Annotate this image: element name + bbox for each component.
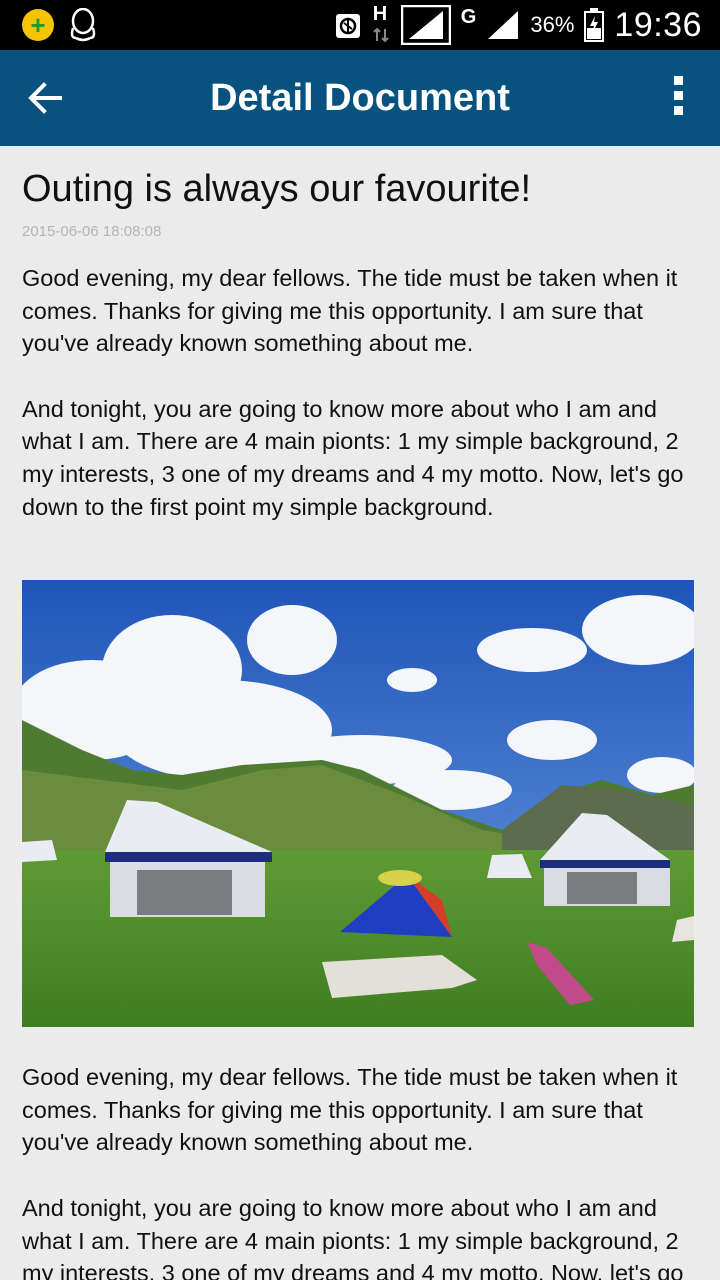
article-title: Outing is always our favourite!	[22, 168, 532, 210]
app-badge-icon: +	[22, 9, 54, 41]
battery-icon	[584, 8, 605, 42]
signal-icon	[400, 5, 451, 45]
article-date: 2015-06-06 18:08:08	[22, 223, 162, 240]
status-bar: + H G 36% 19:36	[0, 0, 720, 50]
battery-percent: 36%	[530, 12, 575, 37]
data-arrows-icon	[373, 27, 389, 43]
network-g-indicator: G	[460, 6, 477, 28]
page-title: Detail Document	[210, 77, 510, 119]
article: Outing is always our favourite! 2015-06-…	[22, 146, 698, 1280]
article-photo	[22, 580, 694, 1028]
signal-icon-2	[488, 11, 519, 39]
qq-icon	[70, 8, 96, 42]
more-vert-icon[interactable]	[666, 76, 690, 120]
article-paragraph: Good evening, my dear fellows. The tide …	[22, 265, 678, 357]
clock: 19:36	[614, 5, 702, 44]
network-h-indicator: H	[372, 3, 388, 25]
map-icon	[335, 14, 360, 38]
app-bar: Detail Document	[0, 50, 720, 146]
article-paragraph: Good evening, my dear fellows. The tide …	[22, 1064, 678, 1156]
article-paragraph: And tonight, you are going to know more …	[22, 1194, 684, 1280]
article-paragraph: And tonight, you are going to know more …	[22, 395, 684, 520]
